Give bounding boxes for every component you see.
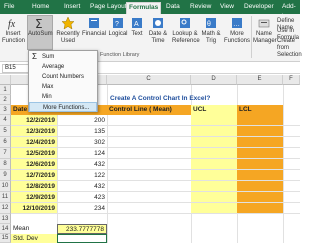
select-all-corner[interactable] — [0, 75, 11, 85]
date-time-button[interactable]: Date & Time — [146, 16, 170, 45]
book-icon: θ — [206, 18, 216, 28]
row-header[interactable]: 1 — [0, 85, 11, 95]
std-dev-label[interactable]: Std. Dev — [11, 234, 57, 243]
menu-item-average[interactable]: Average — [29, 62, 97, 72]
ribbon-tabs: File Home Insert Page Layout Formulas Da… — [0, 0, 300, 20]
insert-function-label: Insert Function — [2, 31, 26, 44]
book-icon — [89, 18, 99, 28]
col-header-f[interactable]: F — [283, 75, 300, 85]
row-header[interactable]: 9 — [0, 170, 11, 181]
financial-button[interactable]: Financial — [82, 16, 106, 38]
create-from-selection-button[interactable]: Create from Selection — [277, 38, 302, 59]
book-icon: … — [232, 18, 242, 28]
menu-item-sum[interactable]: Σ Sum — [29, 52, 97, 62]
tab-formulas[interactable]: Formulas — [126, 2, 162, 14]
header-control-line[interactable]: Control Line ( Mean) — [107, 105, 191, 115]
row-header[interactable]: 6 — [0, 137, 11, 148]
header-lcl[interactable]: LCL — [237, 105, 283, 115]
name-manager-label: Name Manager — [253, 31, 277, 44]
row-header[interactable]: 4 — [0, 115, 11, 126]
row-header[interactable]: 14 — [0, 224, 11, 234]
sigma-icon: Σ — [32, 52, 37, 61]
mean-label[interactable]: Mean — [11, 224, 57, 234]
menu-item-label: Average — [42, 64, 65, 70]
lookup-reference-label: Lookup & Reference — [172, 31, 200, 44]
gridline — [11, 213, 300, 214]
more-functions-button[interactable]: … More Functions — [224, 16, 250, 45]
book-icon — [180, 18, 190, 28]
tab-data[interactable]: Data — [164, 2, 182, 14]
text-button[interactable]: A Text — [130, 16, 144, 38]
name-manager-button[interactable]: Name Manager — [253, 16, 277, 45]
autosum-dropdown-menu: Σ Sum Average Count Numbers Max Min More… — [28, 50, 98, 112]
tab-file[interactable]: File — [2, 2, 16, 14]
row-header[interactable]: 5 — [0, 126, 11, 137]
book-icon — [153, 18, 163, 28]
col-header-c[interactable]: C — [107, 75, 191, 85]
svg-text:…: … — [233, 21, 240, 28]
tab-add-ins[interactable]: Add-ins — [280, 2, 300, 20]
col-header-d[interactable]: D — [191, 75, 237, 85]
more-functions-label: More Functions — [224, 31, 251, 44]
lookup-reference-button[interactable]: Lookup & Reference — [172, 16, 200, 45]
tab-home[interactable]: Home — [30, 2, 51, 14]
svg-text:fx: fx — [8, 19, 16, 30]
svg-text:θ: θ — [207, 21, 211, 28]
col-header-e[interactable]: E — [237, 75, 283, 85]
tab-developer[interactable]: Developer — [242, 2, 276, 14]
sheet-title: Create A Control Chart In Excel? — [110, 95, 211, 102]
std-dev-value-cell-selected[interactable] — [57, 234, 107, 243]
row-header[interactable]: 15 — [0, 234, 11, 243]
create-from-selection-label: Create from Selection — [277, 38, 302, 58]
row-header[interactable]: 12 — [0, 203, 11, 214]
menu-item-label: More Functions... — [43, 105, 90, 111]
book-icon: ? — [113, 18, 123, 28]
row-header[interactable]: 2 — [0, 95, 11, 105]
tab-review[interactable]: Review — [188, 2, 213, 14]
sigma-icon: Σ — [35, 17, 43, 30]
menu-item-max[interactable]: Max — [29, 82, 97, 92]
row-header[interactable]: 7 — [0, 148, 11, 159]
svg-text:Σ: Σ — [35, 17, 43, 30]
name-box[interactable]: B15 — [2, 64, 30, 73]
menu-item-label: Min — [42, 94, 52, 100]
recently-used-button[interactable]: Recently Used — [56, 16, 80, 45]
text-label: Text — [131, 31, 143, 37]
row-header[interactable]: 8 — [0, 159, 11, 170]
group-separator — [251, 16, 252, 58]
row-header[interactable]: 10 — [0, 181, 11, 192]
financial-label: Financial — [82, 31, 107, 37]
menu-item-label: Sum — [42, 54, 55, 60]
star-icon — [61, 16, 75, 30]
menu-item-count-numbers[interactable]: Count Numbers — [29, 72, 97, 82]
row-header[interactable]: 13 — [0, 214, 11, 224]
logical-label: Logical — [108, 31, 128, 37]
book-icon: A — [132, 18, 142, 28]
tag-icon — [258, 19, 270, 28]
tab-insert[interactable]: Insert — [62, 2, 82, 14]
tab-view[interactable]: View — [218, 2, 236, 14]
svg-text:?: ? — [115, 21, 119, 28]
math-trig-label: Math & Trig — [201, 31, 221, 44]
menu-item-label: Count Numbers — [42, 74, 85, 80]
logical-button[interactable]: ? Logical — [108, 16, 128, 38]
row-header[interactable]: 3 — [0, 105, 11, 115]
mean-value[interactable]: 233.7777778 — [57, 224, 107, 234]
header-ucl[interactable]: UCL — [191, 105, 237, 115]
date-time-label: Date & Time — [148, 31, 168, 44]
gridline — [283, 85, 284, 243]
menu-item-min[interactable]: Min — [29, 92, 97, 102]
svg-text:A: A — [134, 21, 139, 28]
recently-used-label: Recently Used — [56, 31, 80, 44]
math-trig-button[interactable]: θ Math & Trig — [200, 16, 222, 45]
fx-icon: fx — [8, 19, 16, 30]
autosum-button[interactable]: Σ AutoSum — [27, 15, 53, 50]
group-label-function-library: Function Library — [100, 52, 140, 58]
insert-function-button[interactable]: fx Insert Function — [2, 16, 26, 45]
autosum-label: AutoSum — [28, 31, 53, 37]
menu-item-more-functions[interactable]: More Functions... — [29, 102, 97, 112]
menu-item-label: Max — [42, 84, 54, 90]
tab-page-layout[interactable]: Page Layout — [88, 2, 129, 14]
row-header[interactable]: 11 — [0, 192, 11, 203]
